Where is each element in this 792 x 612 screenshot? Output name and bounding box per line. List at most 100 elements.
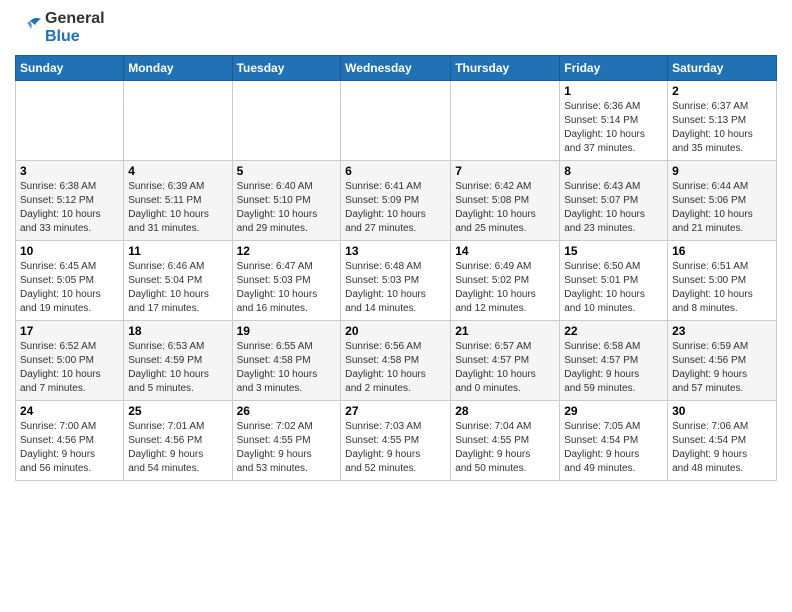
day-info: Sunrise: 6:43 AM Sunset: 5:07 PM Dayligh… <box>564 180 663 236</box>
logo-blue-text: Blue <box>45 28 80 45</box>
day-number: 24 <box>20 404 119 418</box>
logo: General Blue <box>15 10 105 47</box>
week-row-3: 10 Sunrise: 6:45 AM Sunset: 5:05 PM Dayli… <box>16 240 777 320</box>
calendar-cell: 30Sunrise: 7:06 AM Sunset: 4:54 PM Dayli… <box>668 400 777 480</box>
day-number: 10 <box>20 244 119 258</box>
logo-general-text: General <box>45 10 105 27</box>
calendar-cell: 9 Sunrise: 6:44 AM Sunset: 5:06 PM Daylig… <box>668 160 777 240</box>
day-number: 20 <box>345 324 446 338</box>
calendar-cell <box>341 80 451 160</box>
day-info: Sunrise: 6:47 AM Sunset: 5:03 PM Dayligh… <box>237 260 337 316</box>
day-info: Sunrise: 6:59 AM Sunset: 4:56 PM Dayligh… <box>672 340 772 396</box>
calendar-cell: 13 Sunrise: 6:48 AM Sunset: 5:03 PM Dayli… <box>341 240 451 320</box>
day-number: 17 <box>20 324 119 338</box>
day-info: Sunrise: 6:46 AM Sunset: 5:04 PM Dayligh… <box>128 260 227 316</box>
weekday-header-saturday: Saturday <box>668 55 777 80</box>
logo-bird-icon <box>15 13 45 43</box>
day-number: 3 <box>20 164 119 178</box>
calendar-cell: 3Sunrise: 6:38 AM Sunset: 5:12 PM Daylig… <box>16 160 124 240</box>
day-number: 2 <box>672 84 772 98</box>
day-number: 26 <box>237 404 337 418</box>
calendar-cell <box>16 80 124 160</box>
day-info: Sunrise: 6:44 AM Sunset: 5:06 PM Dayligh… <box>672 180 772 236</box>
day-info: Sunrise: 6:45 AM Sunset: 5:05 PM Dayligh… <box>20 260 119 316</box>
day-number: 9 <box>672 164 772 178</box>
calendar-cell: 5 Sunrise: 6:40 AM Sunset: 5:10 PM Daylig… <box>232 160 341 240</box>
day-number: 12 <box>237 244 337 258</box>
day-number: 5 <box>237 164 337 178</box>
week-row-1: 1 Sunrise: 6:36 AM Sunset: 5:14 PM Daylig… <box>16 80 777 160</box>
day-info: Sunrise: 7:05 AM Sunset: 4:54 PM Dayligh… <box>564 420 663 476</box>
day-info: Sunrise: 6:51 AM Sunset: 5:00 PM Dayligh… <box>672 260 772 316</box>
weekday-header-row: SundayMondayTuesdayWednesdayThursdayFrid… <box>16 55 777 80</box>
day-number: 8 <box>564 164 663 178</box>
day-info: Sunrise: 6:52 AM Sunset: 5:00 PM Dayligh… <box>20 340 119 396</box>
week-row-4: 17 Sunrise: 6:52 AM Sunset: 5:00 PM Dayli… <box>16 320 777 400</box>
day-number: 23 <box>672 324 772 338</box>
calendar-cell: 12 Sunrise: 6:47 AM Sunset: 5:03 PM Dayli… <box>232 240 341 320</box>
day-info: Sunrise: 6:56 AM Sunset: 4:58 PM Dayligh… <box>345 340 446 396</box>
day-info: Sunrise: 6:49 AM Sunset: 5:02 PM Dayligh… <box>455 260 555 316</box>
weekday-header-thursday: Thursday <box>451 55 560 80</box>
day-number: 27 <box>345 404 446 418</box>
day-info: Sunrise: 6:53 AM Sunset: 4:59 PM Dayligh… <box>128 340 227 396</box>
day-info: Sunrise: 6:39 AM Sunset: 5:11 PM Dayligh… <box>128 180 227 236</box>
day-info: Sunrise: 7:02 AM Sunset: 4:55 PM Dayligh… <box>237 420 337 476</box>
day-number: 14 <box>455 244 555 258</box>
weekday-header-monday: Monday <box>124 55 232 80</box>
day-number: 7 <box>455 164 555 178</box>
day-info: Sunrise: 7:01 AM Sunset: 4:56 PM Dayligh… <box>128 420 227 476</box>
calendar-cell: 11 Sunrise: 6:46 AM Sunset: 5:04 PM Dayli… <box>124 240 232 320</box>
day-info: Sunrise: 6:48 AM Sunset: 5:03 PM Dayligh… <box>345 260 446 316</box>
day-info: Sunrise: 6:55 AM Sunset: 4:58 PM Dayligh… <box>237 340 337 396</box>
calendar-cell <box>451 80 560 160</box>
day-number: 28 <box>455 404 555 418</box>
calendar-cell: 4Sunrise: 6:39 AM Sunset: 5:11 PM Daylig… <box>124 160 232 240</box>
calendar-cell: 15Sunrise: 6:50 AM Sunset: 5:01 PM Dayli… <box>560 240 668 320</box>
day-number: 6 <box>345 164 446 178</box>
day-number: 13 <box>345 244 446 258</box>
day-number: 16 <box>672 244 772 258</box>
calendar-cell: 28 Sunrise: 7:04 AM Sunset: 4:55 PM Dayli… <box>451 400 560 480</box>
weekday-header-friday: Friday <box>560 55 668 80</box>
day-info: Sunrise: 6:36 AM Sunset: 5:14 PM Dayligh… <box>564 100 663 156</box>
calendar-cell: 27 Sunrise: 7:03 AM Sunset: 4:55 PM Dayli… <box>341 400 451 480</box>
calendar-cell: 19 Sunrise: 6:55 AM Sunset: 4:58 PM Dayli… <box>232 320 341 400</box>
day-number: 15 <box>564 244 663 258</box>
day-number: 1 <box>564 84 663 98</box>
day-number: 19 <box>237 324 337 338</box>
calendar-cell: 10 Sunrise: 6:45 AM Sunset: 5:05 PM Dayli… <box>16 240 124 320</box>
calendar-cell: 2 Sunrise: 6:37 AM Sunset: 5:13 PM Daylig… <box>668 80 777 160</box>
day-info: Sunrise: 7:06 AM Sunset: 4:54 PM Dayligh… <box>672 420 772 476</box>
day-info: Sunrise: 7:03 AM Sunset: 4:55 PM Dayligh… <box>345 420 446 476</box>
calendar-cell: 18Sunrise: 6:53 AM Sunset: 4:59 PM Dayli… <box>124 320 232 400</box>
calendar-cell: 1 Sunrise: 6:36 AM Sunset: 5:14 PM Daylig… <box>560 80 668 160</box>
calendar-table: SundayMondayTuesdayWednesdayThursdayFrid… <box>15 55 777 481</box>
day-number: 21 <box>455 324 555 338</box>
calendar-cell: 17 Sunrise: 6:52 AM Sunset: 5:00 PM Dayli… <box>16 320 124 400</box>
calendar-cell: 21 Sunrise: 6:57 AM Sunset: 4:57 PM Dayli… <box>451 320 560 400</box>
week-row-2: 3Sunrise: 6:38 AM Sunset: 5:12 PM Daylig… <box>16 160 777 240</box>
calendar-cell: 6 Sunrise: 6:41 AM Sunset: 5:09 PM Daylig… <box>341 160 451 240</box>
calendar-cell <box>124 80 232 160</box>
day-number: 22 <box>564 324 663 338</box>
day-info: Sunrise: 6:58 AM Sunset: 4:57 PM Dayligh… <box>564 340 663 396</box>
weekday-header-sunday: Sunday <box>16 55 124 80</box>
calendar-cell: 26 Sunrise: 7:02 AM Sunset: 4:55 PM Dayli… <box>232 400 341 480</box>
day-info: Sunrise: 6:41 AM Sunset: 5:09 PM Dayligh… <box>345 180 446 236</box>
calendar-cell: 23 Sunrise: 6:59 AM Sunset: 4:56 PM Dayli… <box>668 320 777 400</box>
calendar-cell: 24 Sunrise: 7:00 AM Sunset: 4:56 PM Dayli… <box>16 400 124 480</box>
calendar-cell: 22 Sunrise: 6:58 AM Sunset: 4:57 PM Dayli… <box>560 320 668 400</box>
weekday-header-tuesday: Tuesday <box>232 55 341 80</box>
day-number: 11 <box>128 244 227 258</box>
day-info: Sunrise: 6:42 AM Sunset: 5:08 PM Dayligh… <box>455 180 555 236</box>
calendar-cell: 25 Sunrise: 7:01 AM Sunset: 4:56 PM Dayli… <box>124 400 232 480</box>
day-number: 25 <box>128 404 227 418</box>
day-info: Sunrise: 6:40 AM Sunset: 5:10 PM Dayligh… <box>237 180 337 236</box>
week-row-5: 24 Sunrise: 7:00 AM Sunset: 4:56 PM Dayli… <box>16 400 777 480</box>
day-info: Sunrise: 7:04 AM Sunset: 4:55 PM Dayligh… <box>455 420 555 476</box>
weekday-header-wednesday: Wednesday <box>341 55 451 80</box>
day-info: Sunrise: 6:57 AM Sunset: 4:57 PM Dayligh… <box>455 340 555 396</box>
day-info: Sunrise: 7:00 AM Sunset: 4:56 PM Dayligh… <box>20 420 119 476</box>
day-info: Sunrise: 6:37 AM Sunset: 5:13 PM Dayligh… <box>672 100 772 156</box>
